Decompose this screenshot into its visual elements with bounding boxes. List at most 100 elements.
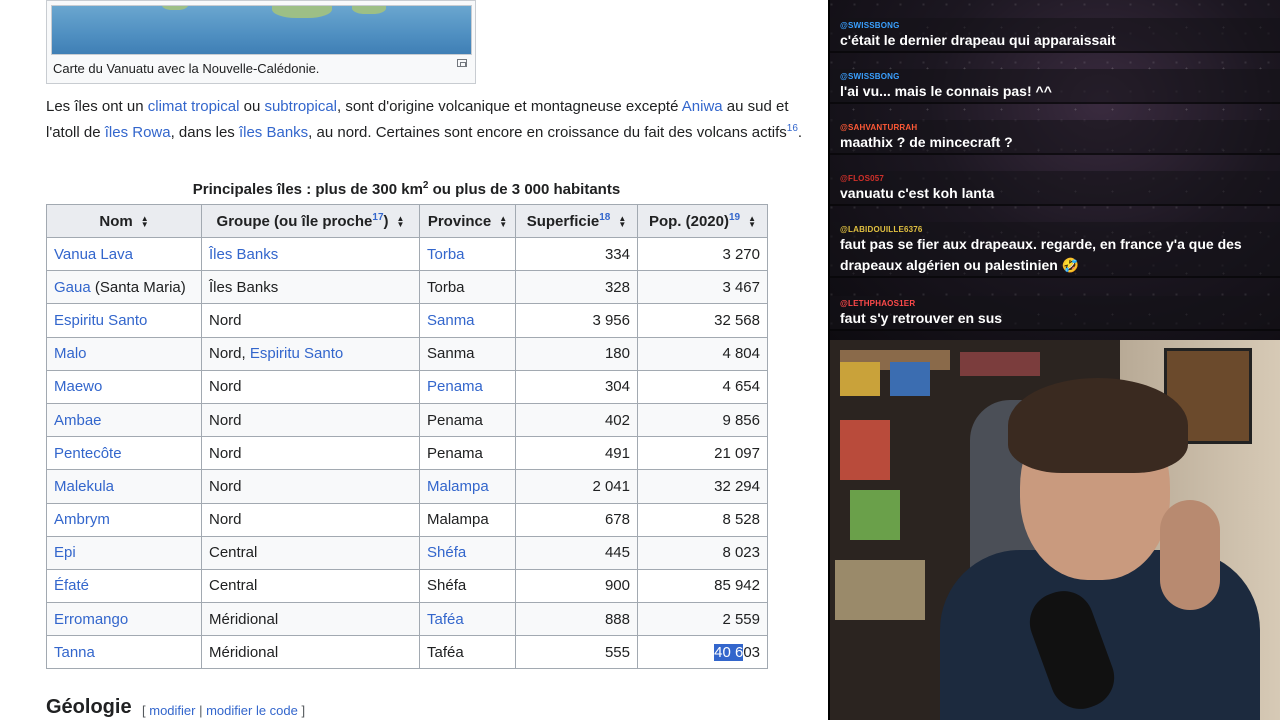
link-climat-tropical[interactable]: climat tropical <box>148 98 240 115</box>
col-header-province[interactable]: Province ▲ ▼ <box>419 204 516 238</box>
cell-province: Malampa <box>419 469 516 504</box>
island-link[interactable]: Pentecôte <box>54 445 122 462</box>
table-row: Ambrym Nord Malampa 678 8 528 <box>46 502 768 537</box>
table-row: Gaua (Santa Maria) Îles Banks Torba 328 3 46… <box>46 270 768 305</box>
reference-17[interactable]: 17 <box>372 212 383 223</box>
province-link[interactable]: Torba <box>427 246 465 263</box>
island-link[interactable]: Ambrym <box>54 511 110 528</box>
cell-superficie: 2 041 <box>515 469 638 504</box>
cell-nom: Ambrym <box>46 502 202 537</box>
edit-link[interactable]: modifier <box>149 703 195 718</box>
section-heading-geologie: Géologie <box>46 696 132 718</box>
table-row: Vanua Lava Îles Banks Torba 334 3 270 <box>46 236 768 272</box>
islands-table: Nom ▲ ▼ Groupe (ou île proche17) ▲ ▼ Provinc… <box>46 204 768 670</box>
chat-username: @SWISSBONG <box>840 72 900 81</box>
table-row: Malo Nord, Espiritu Santo Sanma 180 4 804 <box>46 336 768 371</box>
cell-province: Sanma <box>419 303 516 338</box>
island-link[interactable]: Ambae <box>54 412 102 429</box>
island-link[interactable]: Epi <box>54 544 76 561</box>
sort-icon[interactable]: ▲ ▼ <box>397 214 405 228</box>
chat-message: @SWISSBONG l'ai vu... mais le connais pas… <box>830 69 1280 104</box>
chat-text: faut pas se fier aux drapeaux. regarde, … <box>840 236 1242 273</box>
chat-username: @SAHVANTURRAH <box>840 123 918 132</box>
province-link[interactable]: Sanma <box>427 312 475 329</box>
sort-icon[interactable]: ▲ ▼ <box>499 214 507 228</box>
cell-groupe: Central <box>201 568 420 604</box>
webcam-feed <box>830 340 1280 720</box>
chat-username: @SWISSBONG <box>840 21 900 30</box>
cell-nom: Pentecôte <box>46 436 202 471</box>
island-link[interactable]: Maewo <box>54 378 102 395</box>
link-subtropical[interactable]: subtropical <box>264 98 337 115</box>
cell-pop: 32 568 <box>637 303 768 338</box>
province-link[interactable]: Penama <box>427 378 483 395</box>
cell-superficie: 3 956 <box>515 303 638 338</box>
col-header-nom[interactable]: Nom ▲ ▼ <box>46 204 202 238</box>
col-header-superficie[interactable]: Superficie18 ▲ ▼ <box>515 204 638 238</box>
cell-pop: 4 804 <box>637 336 768 371</box>
group-link[interactable]: Îles Banks <box>209 246 278 263</box>
cell-groupe: Nord <box>201 369 420 404</box>
cell-pop: 2 559 <box>637 602 768 637</box>
cell-groupe: Nord <box>201 469 420 504</box>
cell-nom: Vanua Lava <box>46 236 202 272</box>
island-link[interactable]: Espiritu Santo <box>54 312 147 329</box>
table-row: Erromango Méridional Taféa 888 2 559 <box>46 602 768 637</box>
island-link[interactable]: Malekula <box>54 478 114 495</box>
chat-panel: @SWISSBONG c'était le dernier drapeau qui… <box>830 0 1280 340</box>
province-link[interactable]: Taféa <box>427 611 464 628</box>
chat-message: @SAHVANTURRAH maathix ? de mincecraft ? <box>830 120 1280 155</box>
chat-text: vanuatu c'est koh lanta <box>840 185 995 201</box>
cell-nom: Epi <box>46 535 202 570</box>
cell-province: Taféa <box>419 602 516 637</box>
cell-province: Penama <box>419 369 516 404</box>
link-aniwa[interactable]: Aniwa <box>682 98 723 115</box>
province-link[interactable]: Malampa <box>427 478 489 495</box>
chat-text: faut s'y retrouver en sus <box>840 310 1003 326</box>
cell-superficie: 328 <box>515 270 638 305</box>
cell-nom: Malo <box>46 336 202 371</box>
link-iles-rowa[interactable]: îles Rowa <box>105 124 171 141</box>
chat-message: @LETHPHAOS1ER faut s'y retrouver en sus <box>830 296 1280 331</box>
link-iles-banks[interactable]: îles Banks <box>239 124 308 141</box>
vanuatu-map-image[interactable] <box>51 5 472 55</box>
sort-icon[interactable]: ▲ ▼ <box>618 214 626 228</box>
province-link[interactable]: Shéfa <box>427 544 466 561</box>
cell-groupe: Méridional <box>201 635 420 670</box>
reference-16[interactable]: 16 <box>787 123 798 134</box>
cell-pop: 4 654 <box>637 369 768 404</box>
cell-superficie: 304 <box>515 369 638 404</box>
cell-superficie: 491 <box>515 436 638 471</box>
cell-pop: 8 528 <box>637 502 768 537</box>
island-link[interactable]: Erromango <box>54 611 128 628</box>
group-extra-link[interactable]: Espiritu Santo <box>250 345 343 362</box>
table-row: Tanna Méridional Taféa 555 40 603 <box>46 635 768 670</box>
enlarge-icon[interactable] <box>457 59 467 67</box>
cell-pop: 8 023 <box>637 535 768 570</box>
chat-text: maathix ? de mincecraft ? <box>840 134 1013 150</box>
sort-icon[interactable]: ▲ ▼ <box>141 214 149 228</box>
chat-message: @FLOS057 vanuatu c'est koh lanta <box>830 171 1280 206</box>
map-caption: Carte du Vanuatu avec la Nouvelle-Calédo… <box>53 61 320 76</box>
cell-groupe: Îles Banks <box>201 270 420 305</box>
cell-superficie: 555 <box>515 635 638 670</box>
table-row: Ambae Nord Penama 402 9 856 <box>46 402 768 438</box>
island-link[interactable]: Éfaté <box>54 577 89 594</box>
cell-nom: Malekula <box>46 469 202 504</box>
island-link[interactable]: Malo <box>54 345 87 362</box>
reference-18[interactable]: 18 <box>599 212 610 223</box>
col-header-pop[interactable]: Pop. (2020)19 ▲ ▼ <box>637 204 768 238</box>
cell-province: Malampa <box>419 502 516 537</box>
island-link[interactable]: Vanua Lava <box>54 246 133 263</box>
col-header-groupe[interactable]: Groupe (ou île proche17) ▲ ▼ <box>201 204 420 238</box>
cell-nom: Ambae <box>46 402 202 438</box>
sort-icon[interactable]: ▲ ▼ <box>748 214 756 228</box>
island-link[interactable]: Gaua <box>54 279 91 296</box>
cell-province: Penama <box>419 402 516 438</box>
cell-groupe: Îles Banks <box>201 236 420 272</box>
reference-19[interactable]: 19 <box>729 212 740 223</box>
island-link[interactable]: Tanna <box>54 644 95 661</box>
edit-code-link[interactable]: modifier le code <box>206 703 298 718</box>
cell-province: Penama <box>419 436 516 471</box>
cell-superficie: 180 <box>515 336 638 371</box>
